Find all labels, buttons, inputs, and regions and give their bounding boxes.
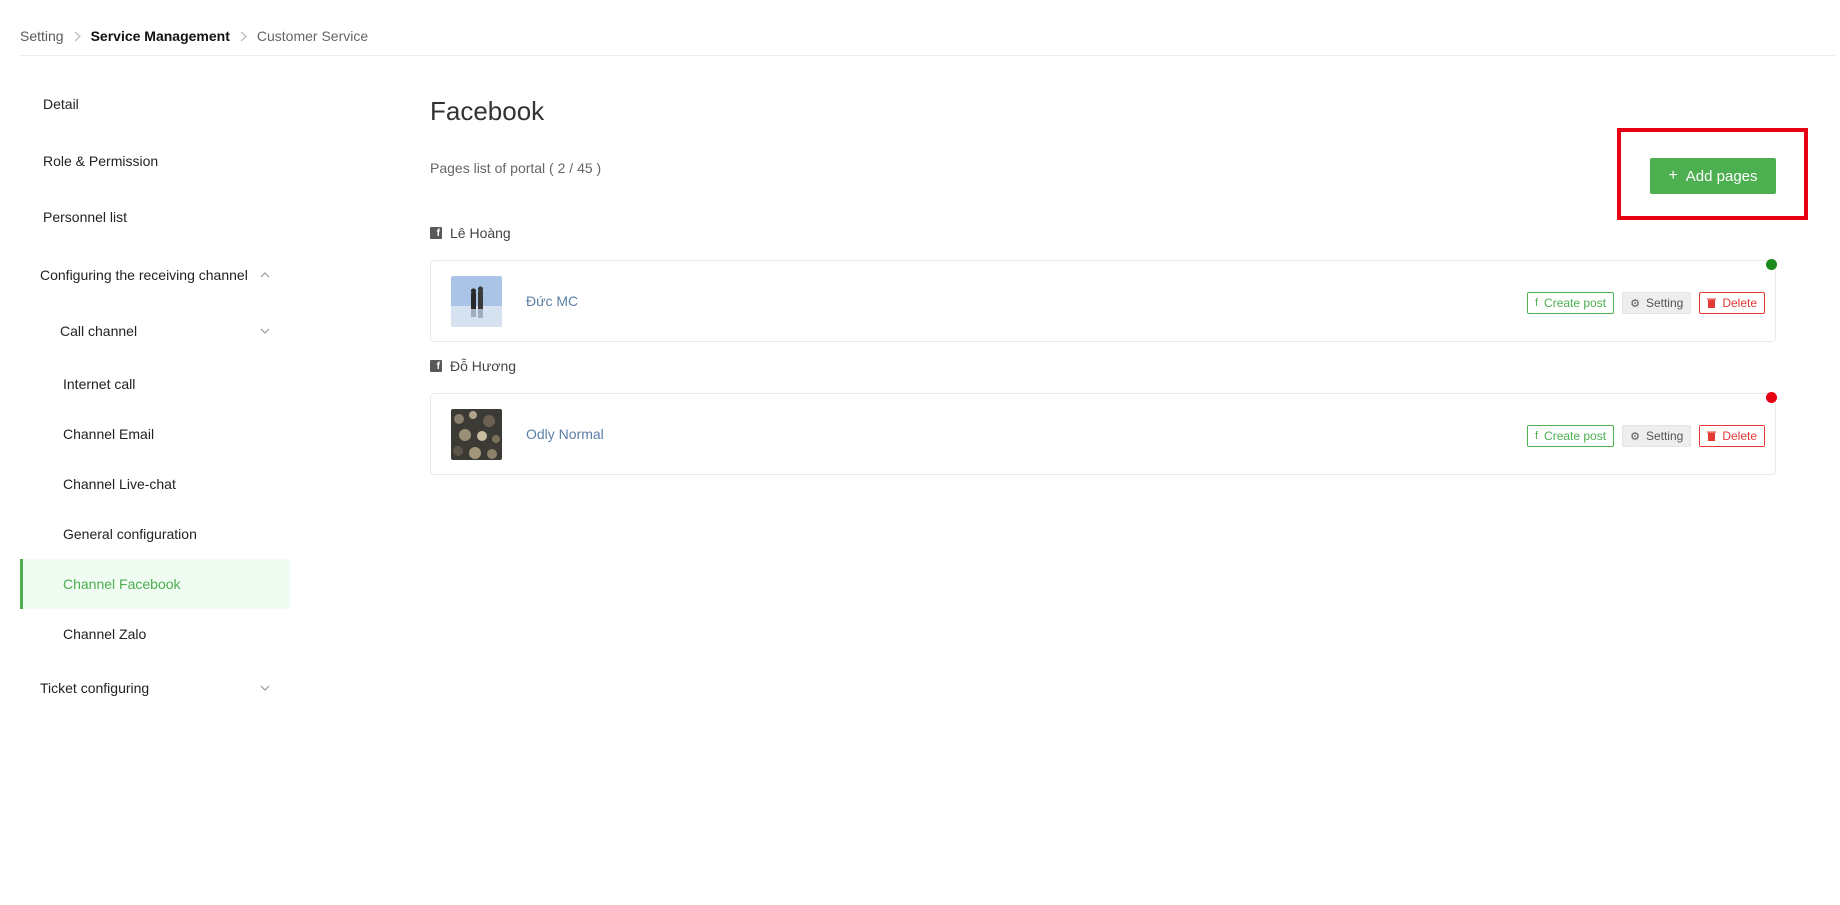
sidebar-item-label: Detail [43,96,79,112]
chevron-right-icon [240,31,247,42]
sidebar-item-label: Channel Email [63,426,155,442]
facebook-icon: f [430,360,442,372]
sidebar-item-label: Role & Permission [43,153,159,169]
breadcrumb: Setting Service Management Customer Serv… [20,28,368,44]
chevron-down-icon [260,326,270,336]
chevron-up-icon [260,270,270,280]
sidebar-item-label: Call channel [60,323,138,339]
delete-label: Delete [1722,429,1757,443]
add-pages-label: Add pages [1685,167,1758,185]
trash-icon [1707,431,1717,441]
facebook-icon: f [1534,430,1539,442]
setting-button[interactable]: ⚙ Setting [1622,425,1692,447]
sidebar-item-internet-call[interactable]: Internet call [20,359,290,409]
sidebar-item-channel-facebook[interactable]: Channel Facebook [20,559,290,609]
pages-count-label: Pages list of portal ( 2 / 45 ) [430,160,602,176]
delete-button[interactable]: Delete [1699,292,1765,314]
sidebar-item-label: Channel Live-chat [63,476,176,492]
facebook-icon: f [430,227,442,239]
sidebar-item-ticket-configuring[interactable]: Ticket configuring [20,663,290,713]
add-pages-button[interactable]: + Add pages [1650,158,1776,194]
create-post-label: Create post [1544,296,1607,310]
delete-label: Delete [1722,296,1757,310]
chevron-right-icon [74,31,81,42]
sidebar-item-channel-zalo[interactable]: Channel Zalo [20,609,290,659]
sidebar-item-personnel-list[interactable]: Personnel list [20,192,290,242]
sidebar-item-label: Internet call [63,376,136,392]
sidebar-item-configuring-receiving-channel[interactable]: Configuring the receiving channel [20,250,290,300]
create-post-button[interactable]: f Create post [1526,425,1615,447]
sidebar-item-detail[interactable]: Detail [20,79,290,129]
sidebar-item-label: Ticket configuring [40,680,150,696]
sidebar-item-channel-live-chat[interactable]: Channel Live-chat [20,459,290,509]
sidebar-item-label: Personnel list [43,209,128,225]
facebook-icon: f [1534,297,1539,309]
setting-button[interactable]: ⚙ Setting [1622,292,1692,314]
page-actions: f Create post ⚙ Setting Delete [1526,292,1765,314]
setting-label: Setting [1645,296,1684,310]
sidebar-item-role-permission[interactable]: Role & Permission [20,136,290,186]
gear-icon: ⚙ [1630,430,1640,443]
create-post-button[interactable]: f Create post [1526,292,1615,314]
sidebar-item-label: Channel Zalo [63,626,147,642]
page-actions: f Create post ⚙ Setting Delete [1526,425,1765,447]
sidebar-item-call-channel[interactable]: Call channel [20,306,290,356]
status-indicator [1766,392,1777,403]
breadcrumb-customer-service: Customer Service [256,28,369,44]
page-title: Facebook [430,96,545,126]
account-name: Lê Hoàng [450,225,511,241]
plus-icon: + [1668,167,1678,184]
sidebar-item-label: Configuring the receiving channel [40,267,248,283]
page-card: Odly Normal f Create post ⚙ Setting Dele… [430,392,1777,475]
status-indicator [1766,259,1777,270]
sidebar-item-label: Channel Facebook [63,576,181,592]
gear-icon: ⚙ [1630,297,1640,310]
account-name: Đỗ Hương [450,358,517,374]
breadcrumb-service-management[interactable]: Service Management [91,28,230,44]
setting-label: Setting [1645,429,1684,443]
account-group-header: f Đỗ Hương [430,358,516,374]
page-avatar [451,276,502,327]
breadcrumb-setting[interactable]: Setting [20,28,64,44]
trash-icon [1707,298,1717,308]
sidebar-item-channel-email[interactable]: Channel Email [20,409,290,459]
header-divider [20,55,1835,56]
sidebar-item-label: General configuration [63,526,197,542]
page-card: Đức MC f Create post ⚙ Setting Delete [430,259,1777,342]
page-avatar [451,409,502,460]
sidebar-item-general-configuration[interactable]: General configuration [20,509,290,559]
account-group-header: f Lê Hoàng [430,225,511,241]
delete-button[interactable]: Delete [1699,425,1765,447]
page-name-link[interactable]: Đức MC [526,293,578,309]
chevron-down-icon [260,683,270,693]
page-name-link[interactable]: Odly Normal [526,426,604,442]
create-post-label: Create post [1544,429,1607,443]
